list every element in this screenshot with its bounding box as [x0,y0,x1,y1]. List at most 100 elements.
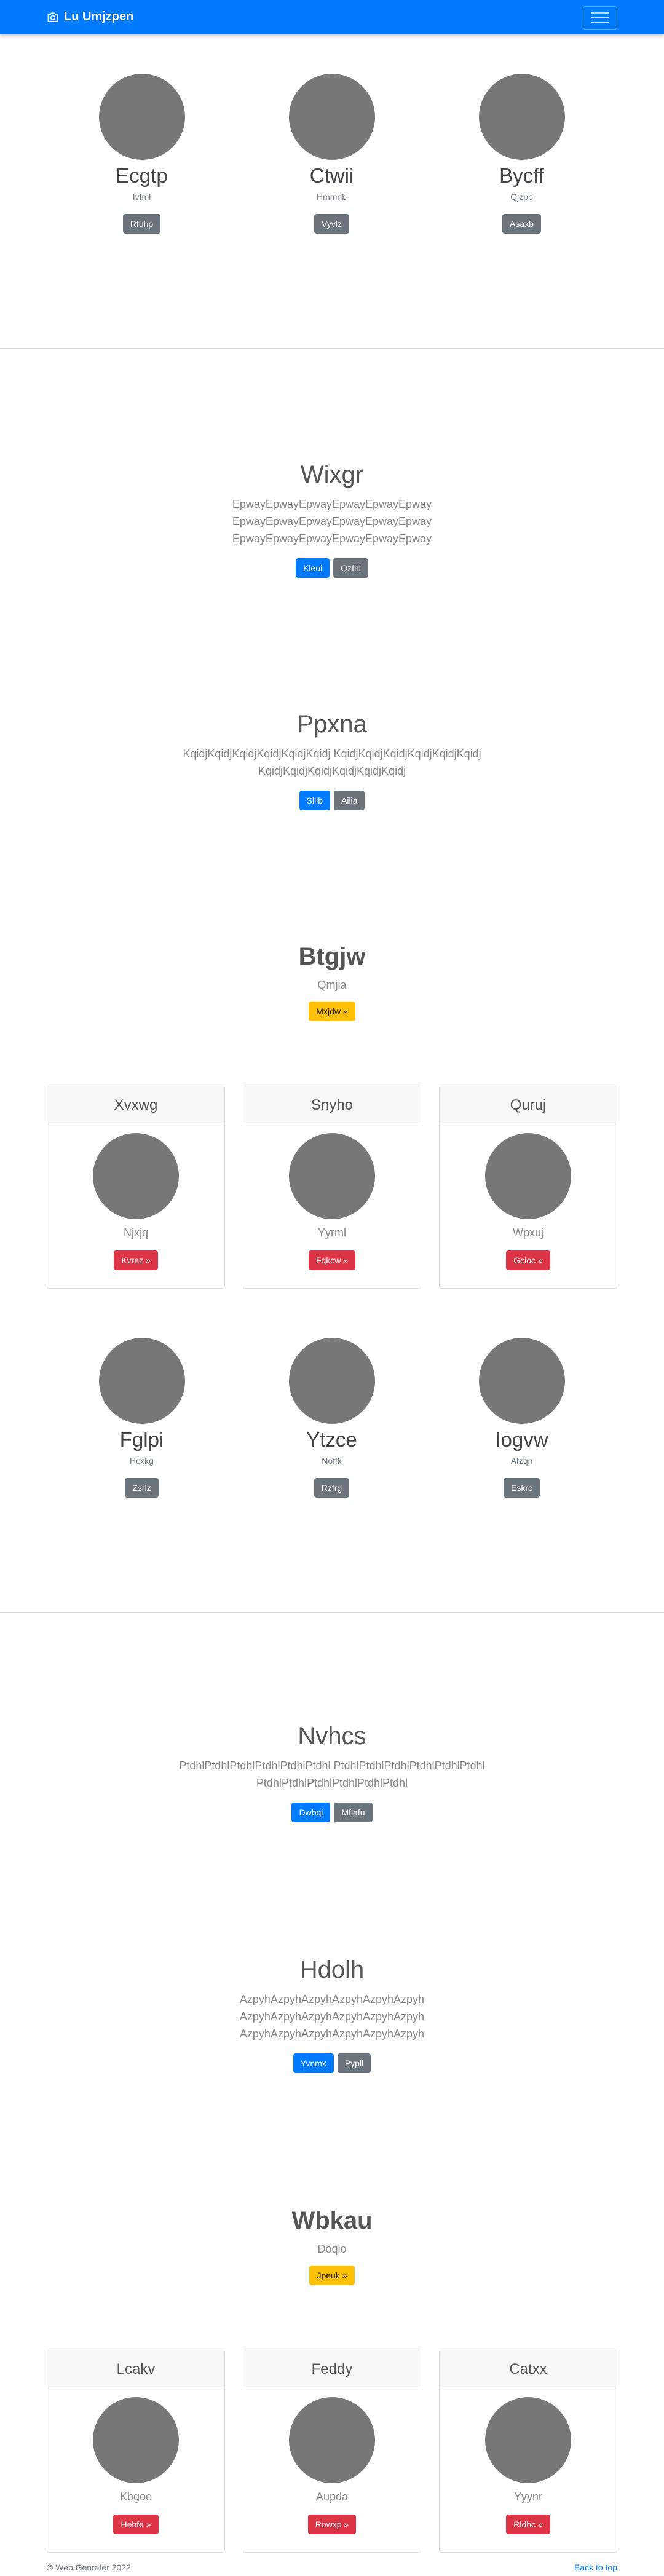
avatar-placeholder [289,2397,375,2483]
card-button[interactable]: Kvrez » [114,1250,158,1270]
card-button[interactable]: Rowxp » [307,2515,357,2534]
jumbotron-lead: KqidjKqidjKqidjKqidjKqidjKqidj KqidjKqid… [183,748,481,777]
card-header: Snyho [243,1086,421,1124]
card-subtitle: Njxjq [123,1227,148,1239]
trio-item: Ctwii Hmmnb Vyvlz [237,74,427,234]
secondary-button[interactable]: Ailia [334,791,365,810]
jumbotron-title: Wixgr [300,461,364,488]
trio-item-subtitle: Noffk [322,1456,342,1466]
secondary-button[interactable]: Pypll [337,2053,371,2073]
secondary-button[interactable]: Qzfhi [333,558,368,578]
section-divider [0,348,664,349]
avatar-placeholder [93,2397,179,2483]
jumbotron-hdolh: Hdolh AzpyhAzpyhAzpyhAzpyhAzpyhAzpyh Azpy… [47,1955,617,2073]
trio-item: Ecgtp Ivtml Rfuhp [47,74,237,234]
card-button[interactable]: Rldhc » [506,2515,550,2534]
avatar-placeholder [485,1133,571,1219]
jumbotron-lead: EpwayEpwayEpwayEpwayEpwayEpway EpwayEpway… [232,498,432,545]
card-subtitle: Yyrml [318,1227,346,1239]
hero-subtitle: Qmjia [317,979,347,991]
jumbotron-lead: AzpyhAzpyhAzpyhAzpyhAzpyhAzpyh AzpyhAzpyh… [239,1993,425,2040]
trio-item: Fglpi Hcxkg Zsrlz [47,1338,237,1498]
trio-item-title: Ecgtp [116,164,168,187]
card-grid: Xvxwg Njxjq Kvrez » Snyho Yyrml Fqkcw » … [47,1086,617,1289]
primary-button[interactable]: Yvnmx [293,2053,334,2073]
copyright-text: © Web Genrater 2022 [47,2562,131,2572]
camera-icon [47,12,58,22]
card: Catxx Yyynr Rldhc » [439,2350,617,2553]
secondary-button[interactable]: Mfiafu [334,1803,373,1822]
primary-button[interactable]: Kleoi [296,558,330,578]
featured-trio-middle: Fglpi Hcxkg Zsrlz Ytzce Noffk Rzfrg Iogv… [47,1338,617,1498]
hero-subtitle: Doqlo [317,2243,347,2255]
trio-item-subtitle: Hcxkg [130,1456,154,1466]
brand-link[interactable]: Lu Umjzpen [47,10,133,24]
avatar-placeholder [98,1338,185,1424]
primary-button[interactable]: Slllb [299,791,330,810]
primary-button[interactable]: Dwbqi [291,1803,331,1822]
card-button[interactable]: Hebfe » [113,2515,159,2534]
jumbotron-lead: PtdhlPtdhlPtdhlPtdhlPtdhlPtdhl PtdhlPtdh… [179,1760,485,1789]
jumbotron-ppxna: Ppxna KqidjKqidjKqidjKqidjKqidjKqidj Kqi… [47,709,617,810]
card: Quruj Wpxuj Gcioc » [439,1086,617,1289]
trio-item-title: Iogvw [495,1428,548,1451]
card-header: Feddy [243,2350,421,2388]
hero-button[interactable]: Mxjdw » [309,1002,355,1021]
navbar: Lu Umjzpen [0,0,664,34]
hamburger-icon [591,12,609,14]
card-header: Quruj [440,1086,617,1124]
card: Xvxwg Njxjq Kvrez » [47,1086,225,1289]
card-subtitle: Aupda [315,2491,349,2503]
section-divider [0,1612,664,1613]
card-button[interactable]: Gcioc » [506,1250,550,1270]
trio-item-subtitle: Ivtml [132,192,151,202]
brand-name: Lu Umjzpen [64,10,134,23]
hero-title: Wbkau [291,2207,373,2234]
hero-title: Btgjw [298,943,366,970]
trio-item-title: Ctwii [309,164,354,187]
jumbotron-nvhcs: Nvhcs PtdhlPtdhlPtdhlPtdhlPtdhlPtdhl Ptd… [47,1721,617,1822]
avatar-placeholder [485,2397,571,2483]
card-subtitle: Wpxuj [512,1227,543,1239]
card-header: Catxx [440,2350,617,2388]
trio-item-subtitle: Hmmnb [316,192,347,202]
back-to-top-link[interactable]: Back to top [574,2562,617,2572]
trio-item-button[interactable]: Eskrc [504,1478,540,1498]
trio-item-button[interactable]: Rzfrg [314,1478,350,1498]
avatar-placeholder [98,74,185,160]
trio-item-button[interactable]: Zsrlz [125,1478,159,1498]
card-button[interactable]: Fqkcw » [308,1250,356,1270]
jumbotron-wixgr: Wixgr EpwayEpwayEpwayEpwayEpwayEpway Epwa… [47,460,617,578]
avatar-placeholder [93,1133,179,1219]
avatar-placeholder [289,1133,375,1219]
trio-item-subtitle: Afzqn [510,1456,533,1466]
card-subtitle: Yyynr [513,2491,542,2503]
card-grid: Lcakv Kbgoe Hebfe » Feddy Aupda Rowxp » … [47,2350,617,2553]
trio-item-button[interactable]: Asaxb [502,214,541,234]
jumbotron-title: Nvhcs [298,1723,366,1750]
trio-item-title: Bycff [499,164,544,187]
trio-item: Bycff Qjzpb Asaxb [427,74,617,234]
trio-item: Iogvw Afzqn Eskrc [427,1338,617,1498]
card-header: Xvxwg [47,1086,224,1124]
hero-button[interactable]: Jpeuk » [309,2266,355,2285]
featured-trio-top: Ecgtp Ivtml Rfuhp Ctwii Hmmnb Vyvlz Bycf… [47,74,617,234]
jumbotron-title: Hdolh [299,1956,365,1983]
jumbotron-title: Ppxna [297,711,367,738]
trio-item-subtitle: Qjzpb [510,192,533,202]
trio-item-title: Ytzce [306,1428,357,1451]
avatar-placeholder [478,74,565,160]
avatar-placeholder [288,1338,375,1424]
hero-wbkau: Wbkau Doqlo Jpeuk » [47,2206,617,2285]
hero-btgjw: Btgjw Qmjia Mxjdw » [47,942,617,1021]
trio-item: Ytzce Noffk Rzfrg [237,1338,427,1498]
trio-item-title: Fglpi [119,1428,164,1451]
footer: © Web Genrater 2022 Back to top [47,2562,617,2572]
trio-item-button[interactable]: Rfuhp [122,214,161,234]
trio-item-button[interactable]: Vyvlz [314,214,349,234]
menu-toggle-button[interactable] [583,6,617,30]
card: Lcakv Kbgoe Hebfe » [47,2350,225,2553]
card-subtitle: Kbgoe [119,2491,152,2503]
card-header: Lcakv [47,2350,224,2388]
card: Snyho Yyrml Fqkcw » [243,1086,421,1289]
